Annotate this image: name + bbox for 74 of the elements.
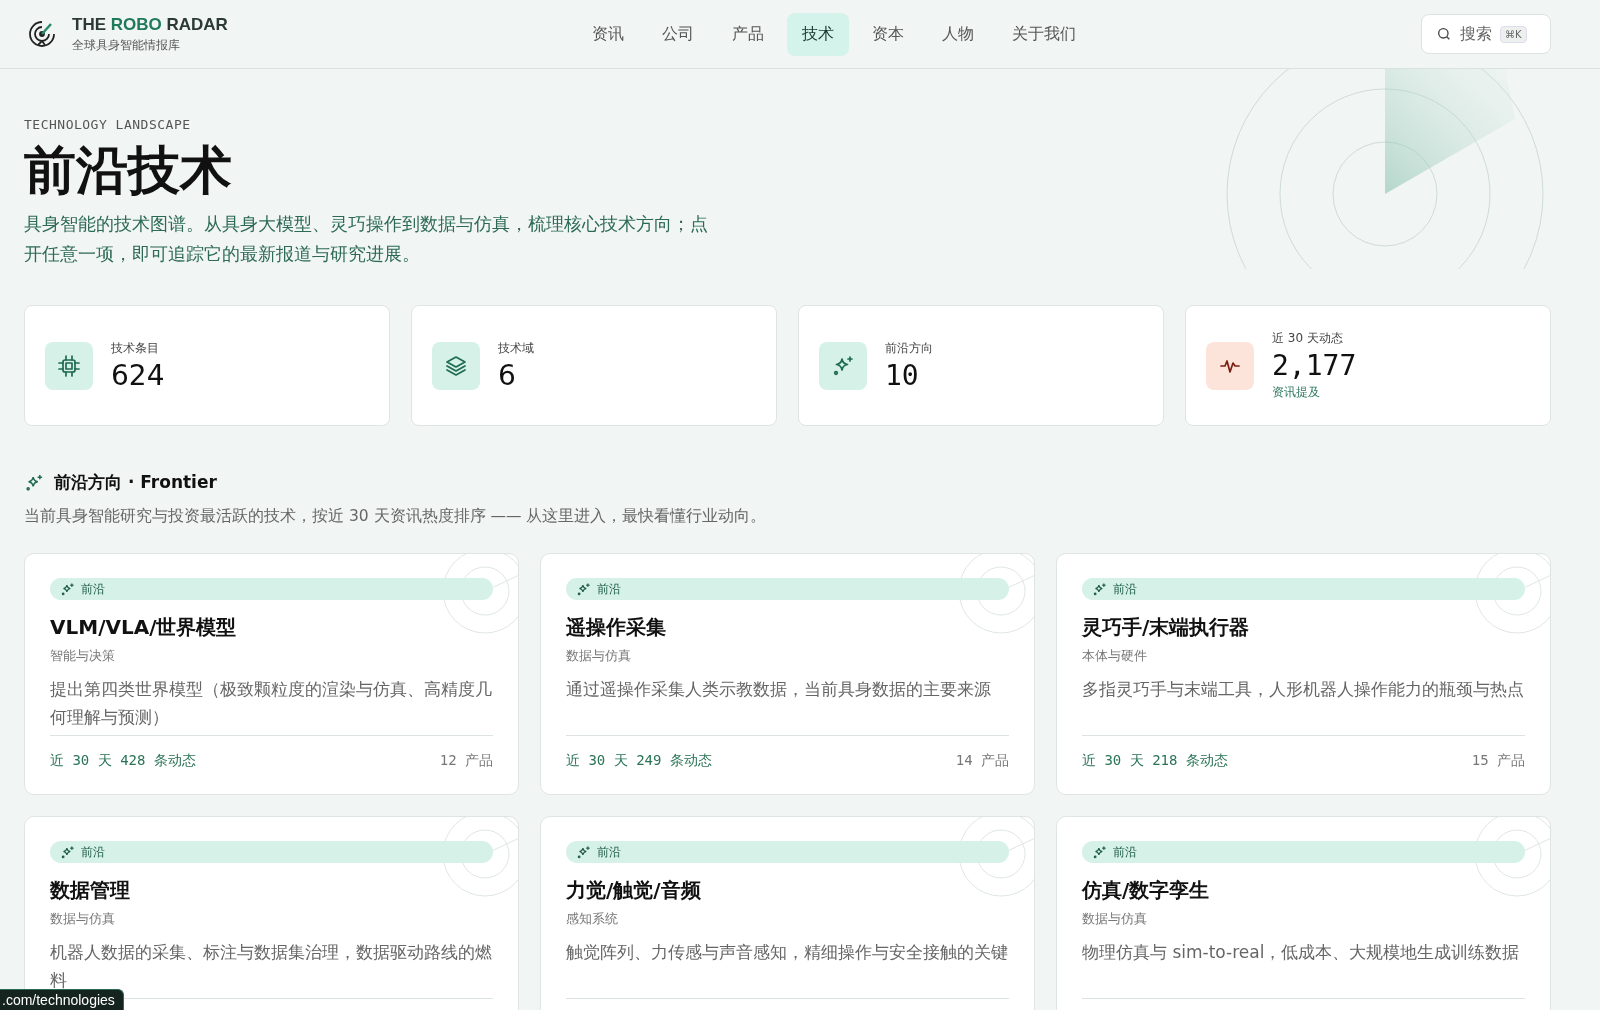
eyebrow-label: TECHNOLOGY LANDSCAPE (24, 117, 192, 132)
link-preview: .com/technologies (0, 989, 124, 1010)
badge-label: 前沿 (597, 843, 621, 861)
product-count: 15 产品 (1471, 752, 1525, 770)
stat-value: 6 (498, 358, 517, 392)
stat-value: 10 (885, 358, 920, 392)
stat-label: 前沿方向 (885, 339, 933, 357)
card-description: 通过遥操作采集人类示教数据，当前具身数据的主要来源 (566, 678, 992, 701)
tech-card[interactable]: 前沿 灵巧手/末端执行器 本体与硬件 多指灵巧手与末端工具，人形机器人操作能力的瓶颈与热点 近 30 天 218 条动态 15 产品 (1056, 553, 1551, 795)
stat-label: 技术条目 (111, 339, 160, 357)
radar-logo-icon (26, 18, 58, 50)
activity-count: 近 30 天 249 条动态 (566, 752, 712, 770)
nav-tab[interactable]: 资本 (856, 12, 919, 56)
shortcut-key: ⌘K (1500, 25, 1527, 43)
card-title: 数据管理 (50, 877, 131, 904)
badge-label: 前沿 (597, 580, 621, 598)
card-category: 本体与硬件 (1082, 647, 1148, 665)
brand-tagline: 全球具身智能情报库 (72, 36, 181, 54)
search-icon (1436, 26, 1452, 42)
card-title: 灵巧手/末端执行器 (1082, 614, 1251, 641)
stat-label: 近 30 天动态 (1272, 330, 1344, 347)
sparkle-icon (1092, 581, 1107, 597)
section-title: 前沿方向 · Frontier (54, 471, 217, 494)
sparkle-icon (831, 353, 855, 378)
card-title: 仿真/数字孪生 (1082, 877, 1211, 904)
card-description: 触觉阵列、力传感与声音感知，精细操作与安全接触的关键 (566, 941, 1009, 964)
stat-value: 624 (111, 358, 165, 392)
tech-card[interactable]: 前沿 仿真/数字孪生 数据与仿真 物理仿真与 sim-to-real，低成本、大规模地生成训练数据 (1056, 816, 1551, 1010)
nav-tab[interactable]: 关于我们 (996, 12, 1091, 56)
nav-tab[interactable]: 人物 (926, 12, 989, 56)
section-subtitle: 当前具身智能研究与投资最活跃的技术，按近 30 天资讯热度排序 —— 从这里进入，最快看懂行业动向。 (24, 506, 768, 527)
brand-name: THE ROBO RADAR (72, 14, 228, 35)
card-description: 多指灵巧手与末端工具，人形机器人操作能力的瓶颈与热点 (1082, 678, 1525, 701)
stat-value: 2,177 (1272, 349, 1357, 382)
stat-label: 技术域 (498, 339, 534, 357)
activity-count: 近 30 天 428 条动态 (50, 752, 196, 770)
nav-tab[interactable]: 技术 (786, 12, 849, 56)
page-title: 前沿技术 (24, 142, 233, 200)
product-count: 14 产品 (955, 752, 1009, 770)
layers-icon (444, 353, 468, 378)
card-title: 遥操作采集 (566, 614, 667, 641)
badge-label: 前沿 (1113, 580, 1137, 598)
nav-tab[interactable]: 资讯 (576, 12, 639, 56)
badge-label: 前沿 (1113, 843, 1137, 861)
tech-card[interactable]: 前沿 遥操作采集 数据与仿真 通过遥操作采集人类示教数据，当前具身数据的主要来源 近 30 天 249 条动态 14 产品 (540, 553, 1035, 795)
card-category: 智能与决策 (50, 647, 116, 665)
card-category: 感知系统 (566, 910, 619, 928)
activity-count: 近 30 天 218 条动态 (1082, 752, 1228, 770)
sparkle-icon (60, 581, 75, 597)
search-placeholder: 搜索 (1460, 23, 1492, 45)
stat-note: 资讯提及 (1272, 384, 1321, 401)
sparkle-icon (576, 581, 591, 597)
card-description: 提出第四类世界模型（极致颗粒度的渲染与仿真、高精度几何理解与预测） (50, 678, 493, 729)
sparkle-icon (24, 472, 44, 493)
card-title: 力觉/触觉/音频 (566, 877, 702, 904)
card-description: 物理仿真与 sim-to-real，低成本、大规模地生成训练数据 (1082, 941, 1521, 964)
nav-tab[interactable]: 公司 (646, 12, 709, 56)
card-category: 数据与仿真 (50, 910, 116, 928)
page-description: 具身智能的技术图谱。从具身大模型、灵巧操作到数据与仿真，梳理核心技术方向；点开任意一项，即可追踪它的最新报道与研究进展。 (24, 212, 709, 267)
sparkle-icon (60, 844, 75, 860)
sparkle-icon (576, 844, 591, 860)
card-category: 数据与仿真 (1082, 910, 1148, 928)
chip-icon (57, 353, 81, 378)
badge-label: 前沿 (81, 580, 105, 598)
card-title: VLM/VLA/世界模型 (50, 614, 238, 641)
search-field[interactable]: 搜索 ⌘K (1421, 14, 1551, 54)
tech-card[interactable]: 前沿 力觉/触觉/音频 感知系统 触觉阵列、力传感与声音感知，精细操作与安全接触的关键 (540, 816, 1035, 1010)
card-description: 机器人数据的采集、标注与数据集治理，数据驱动路线的燃料 (50, 941, 493, 992)
product-count: 12 产品 (439, 752, 493, 770)
badge-label: 前沿 (81, 843, 105, 861)
tech-card[interactable]: 前沿 VLM/VLA/世界模型 智能与决策 提出第四类世界模型（极致颗粒度的渲染与仿真、高精度几何理解与预测） 近 30 天 428 条动态 12 产品 (24, 553, 519, 795)
nav-tab[interactable]: 产品 (716, 12, 779, 56)
card-category: 数据与仿真 (566, 647, 632, 665)
sparkle-icon (1092, 844, 1107, 860)
